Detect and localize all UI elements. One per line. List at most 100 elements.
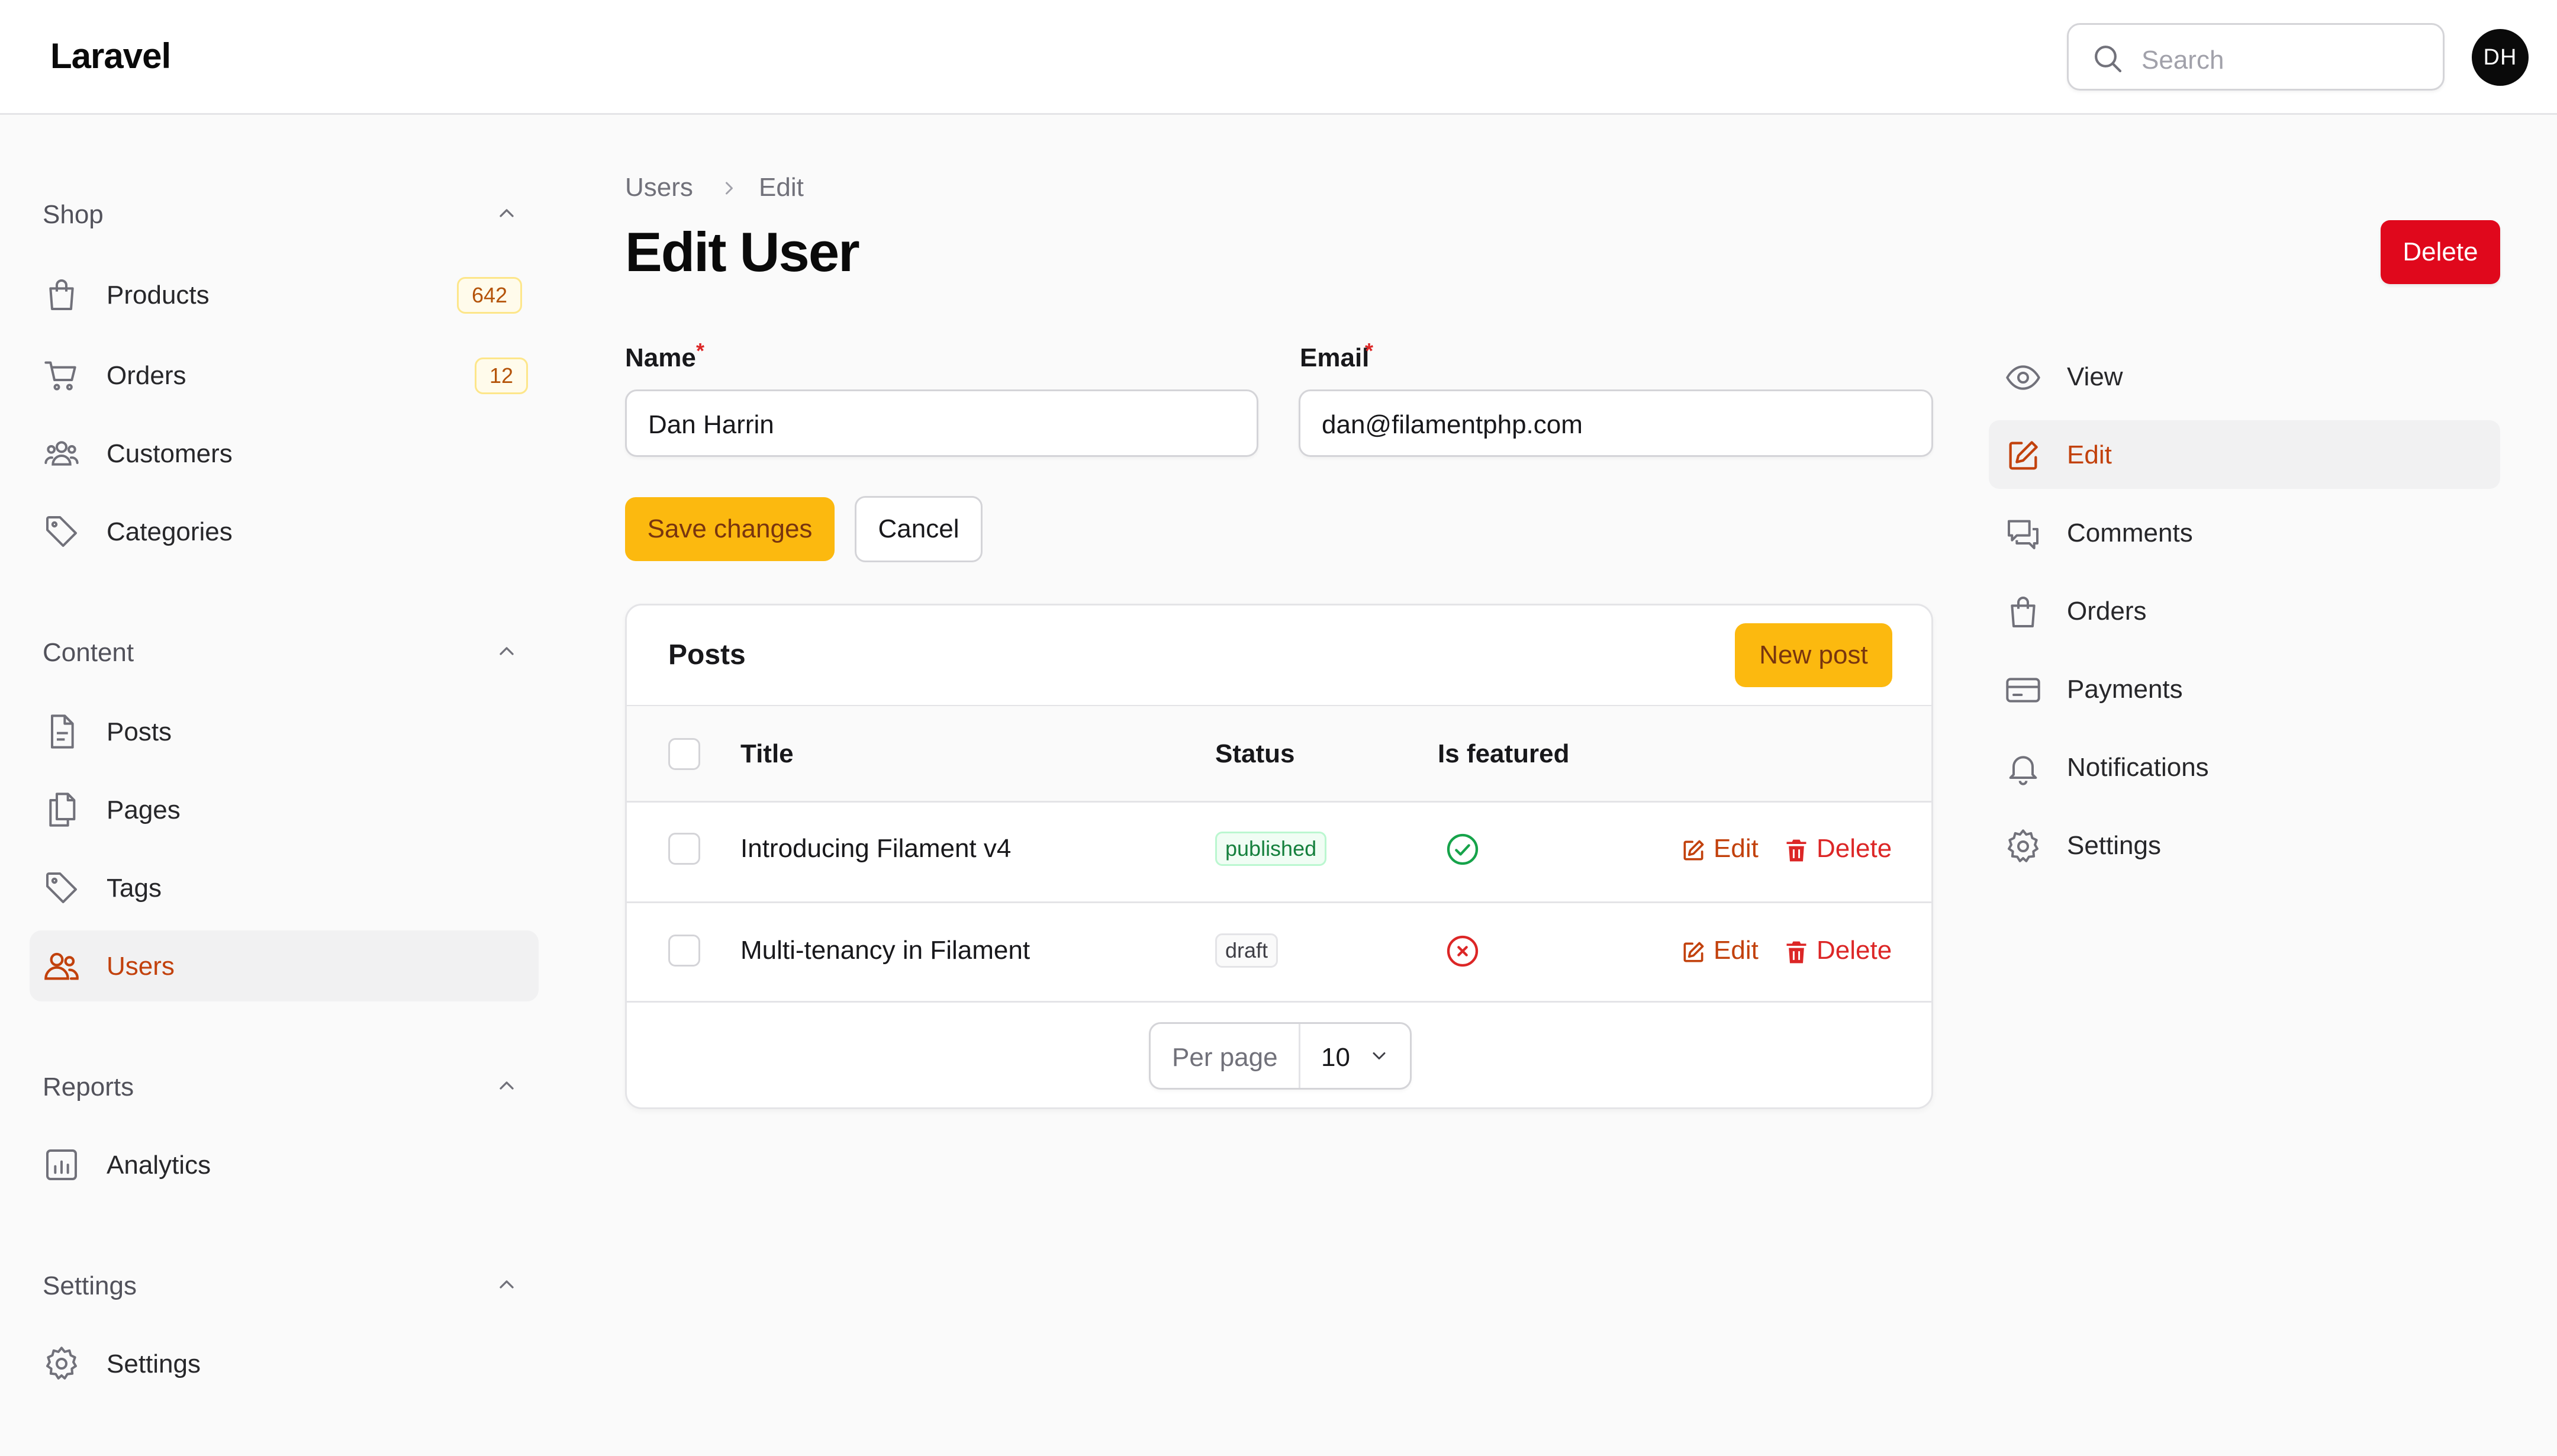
divider	[627, 801, 1931, 803]
page-title: Edit User	[625, 221, 860, 283]
per-page-select[interactable]: Per page 10	[1149, 1022, 1412, 1090]
sidebar-item-posts[interactable]: Posts	[30, 696, 539, 767]
column-title[interactable]: Title	[740, 739, 794, 769]
pencil-square-icon	[2004, 437, 2042, 475]
email-value: dan@filamentphp.com	[1322, 410, 1583, 439]
sidebar-item-users[interactable]: Users	[30, 930, 539, 1001]
email-label: Email	[1300, 343, 1370, 372]
sidebar-item-categories[interactable]: Categories	[30, 496, 539, 567]
sidebar-item-products[interactable]: Products 642	[30, 259, 539, 330]
breadcrumb-edit[interactable]: Edit	[759, 173, 804, 202]
chat-bubbles-icon	[2004, 515, 2042, 553]
sidebar-group-settings[interactable]: Settings	[43, 1271, 137, 1301]
pencil-square-icon	[1680, 939, 1706, 965]
column-status[interactable]: Status	[1215, 739, 1294, 769]
sidebar-item-label: Tags	[107, 874, 162, 903]
sidebar-item-orders[interactable]: Orders 12	[30, 340, 539, 411]
tag-icon	[43, 513, 80, 550]
select-all-checkbox[interactable]	[668, 738, 700, 770]
chevron-up-icon[interactable]	[495, 1273, 519, 1296]
required-mark: *	[696, 339, 705, 363]
subnav-label: Settings	[2067, 831, 2161, 860]
subnav-label: View	[2067, 362, 2123, 391]
per-page-label: Per page	[1172, 1043, 1278, 1072]
shopping-bag-icon	[43, 276, 80, 314]
users-icon	[43, 947, 80, 985]
sidebar-item-tags[interactable]: Tags	[30, 852, 539, 923]
delete-label: Delete	[1817, 834, 1892, 863]
delete-label: Delete	[1817, 936, 1892, 965]
chart-bar-icon	[43, 1146, 80, 1184]
subnav-comments[interactable]: Comments	[1989, 498, 2500, 567]
cog-icon	[2004, 827, 2042, 865]
sidebar-item-label: Analytics	[107, 1151, 211, 1180]
posts-title: Posts	[668, 639, 746, 671]
sidebar-item-label: Posts	[107, 717, 172, 746]
chevron-right-icon	[719, 178, 740, 199]
search-input[interactable]: Search	[2067, 23, 2445, 91]
subnav-settings[interactable]: Settings	[1989, 811, 2500, 880]
post-title: Introducing Filament v4	[740, 834, 1012, 863]
save-button[interactable]: Save changes	[625, 497, 835, 561]
shopping-bag-icon	[2004, 593, 2042, 631]
chevron-up-icon[interactable]	[495, 201, 519, 225]
sidebar-item-label: Categories	[107, 517, 233, 546]
trash-icon	[1783, 939, 1809, 965]
email-field[interactable]: dan@filamentphp.com	[1299, 389, 1933, 457]
trash-icon	[1783, 837, 1809, 864]
subnav-label: Orders	[2067, 597, 2147, 626]
table-header: Title Status Is featured	[627, 706, 1931, 801]
per-page-value: 10	[1321, 1043, 1350, 1072]
sidebar-item-pages[interactable]: Pages	[30, 774, 539, 845]
row-checkbox[interactable]	[668, 935, 700, 967]
sidebar-item-customers[interactable]: Customers	[30, 418, 539, 489]
brand-logo[interactable]: Laravel	[50, 36, 171, 76]
chevron-up-icon[interactable]	[495, 1074, 519, 1097]
subnav-payments[interactable]: Payments	[1989, 655, 2500, 723]
documents-icon	[43, 791, 80, 829]
avatar[interactable]: DH	[2472, 29, 2529, 86]
sidebar-item-analytics[interactable]: Analytics	[30, 1129, 539, 1200]
pencil-square-icon	[1680, 837, 1706, 864]
sidebar-item-label: Customers	[107, 439, 233, 468]
edit-label: Edit	[1714, 936, 1759, 965]
x-circle-icon	[1444, 932, 1482, 970]
new-post-button[interactable]: New post	[1735, 623, 1892, 687]
name-value: Dan Harrin	[648, 410, 774, 439]
post-title: Multi-tenancy in Filament	[740, 936, 1030, 965]
sidebar-item-label: Orders	[107, 361, 186, 390]
edit-label: Edit	[1714, 834, 1759, 863]
shopping-cart-icon	[43, 356, 80, 394]
credit-card-icon	[2004, 671, 2042, 709]
subnav-edit[interactable]: Edit	[1989, 420, 2500, 489]
subnav-view[interactable]: View	[1989, 342, 2500, 411]
sidebar-item-label: Pages	[107, 795, 181, 824]
chevron-down-icon	[1368, 1045, 1390, 1067]
sidebar-item-label: Settings	[107, 1349, 201, 1378]
subnav-label: Notifications	[2067, 753, 2209, 782]
delete-button[interactable]: Delete	[2381, 220, 2500, 284]
bell-icon	[2004, 749, 2042, 787]
sidebar-group-reports[interactable]: Reports	[43, 1072, 134, 1102]
divider	[627, 901, 1931, 903]
name-field[interactable]: Dan Harrin	[625, 389, 1258, 457]
sidebar-group-content[interactable]: Content	[43, 638, 134, 668]
cog-icon	[43, 1345, 80, 1383]
chevron-up-icon[interactable]	[495, 639, 519, 663]
eye-icon	[2004, 359, 2042, 397]
cancel-button[interactable]: Cancel	[855, 496, 983, 562]
sidebar-item-label: Products	[107, 281, 210, 310]
document-icon	[43, 713, 80, 750]
column-is-featured[interactable]: Is featured	[1438, 739, 1570, 769]
subnav-label: Edit	[2067, 440, 2112, 469]
sidebar-item-settings[interactable]: Settings	[30, 1328, 539, 1399]
search-placeholder: Search	[2141, 46, 2224, 75]
row-checkbox[interactable]	[668, 833, 700, 865]
divider	[1299, 1024, 1300, 1088]
subnav-orders[interactable]: Orders	[1989, 576, 2500, 645]
sidebar-group-shop[interactable]: Shop	[43, 200, 104, 230]
breadcrumb-users[interactable]: Users	[625, 173, 693, 202]
subnav-notifications[interactable]: Notifications	[1989, 733, 2500, 801]
name-label: Name	[625, 343, 696, 372]
required-mark: *	[1365, 339, 1374, 363]
